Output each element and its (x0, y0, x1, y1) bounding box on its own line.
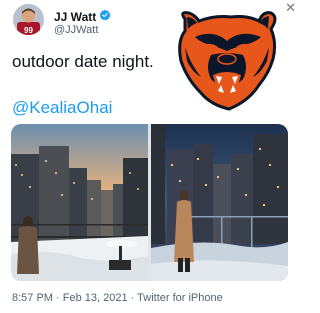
photo-1[interactable] (11, 124, 148, 281)
author-handle[interactable]: @JJWatt (54, 24, 98, 36)
tweet-timestamp-source[interactable]: 8:57 PM · Feb 13, 2021 · Twitter for iPh… (12, 292, 223, 304)
jersey-number: 99 (24, 26, 33, 35)
avatar[interactable]: 99 (13, 4, 44, 35)
close-icon[interactable]: ✕ (285, 1, 296, 14)
tweet-text: outdoor date night. (12, 52, 154, 71)
mention-link[interactable]: @KealiaOhai (12, 98, 112, 118)
author-name-text[interactable]: JJ Watt (54, 10, 96, 24)
media-grid (11, 124, 288, 281)
photo-2[interactable] (151, 124, 288, 281)
verified-badge-icon (99, 9, 111, 24)
author-name[interactable]: JJ Watt (54, 9, 111, 24)
chicago-bears-logo (171, 7, 283, 113)
